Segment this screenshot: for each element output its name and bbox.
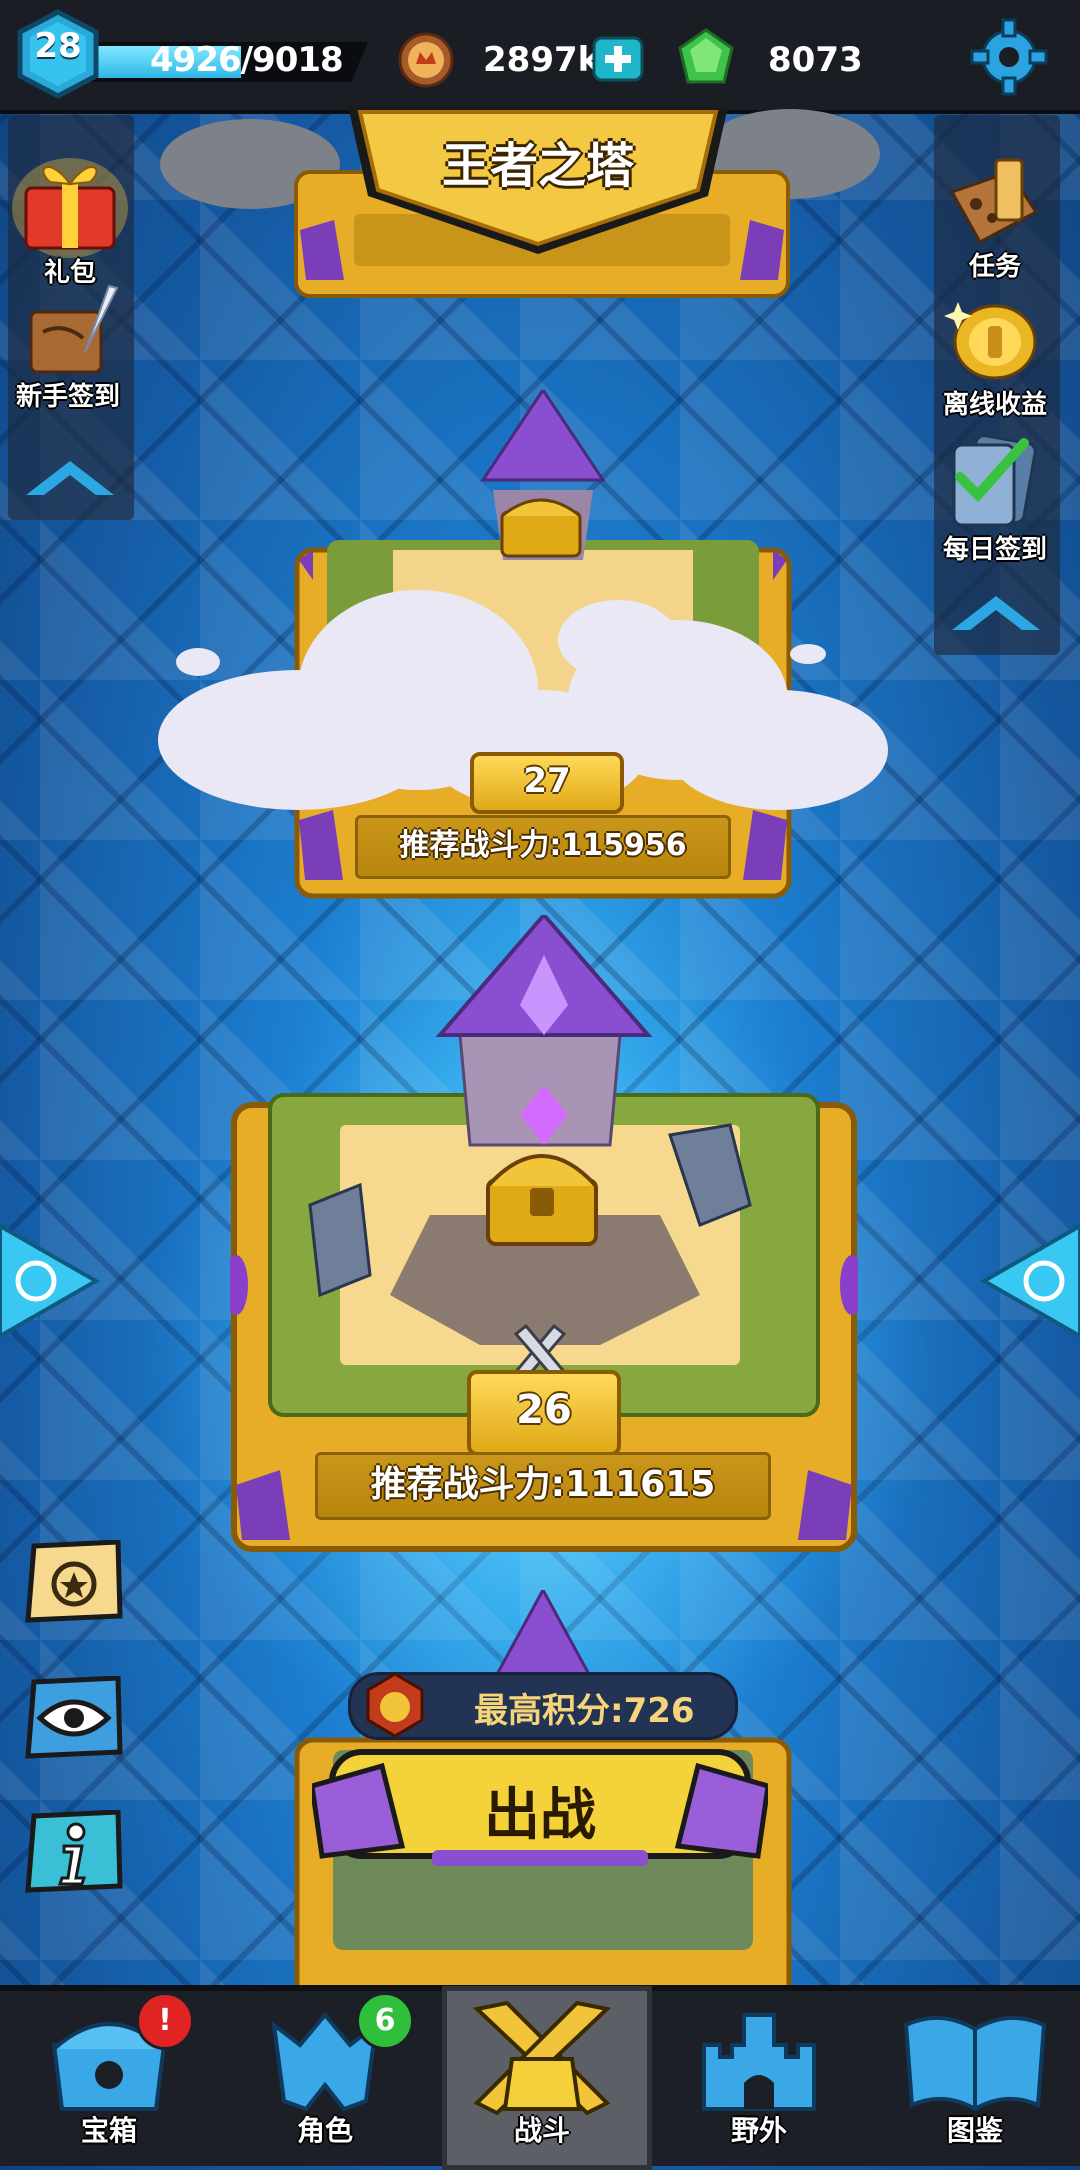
coin-amount: 2897k bbox=[483, 40, 601, 80]
gift-box-icon bbox=[12, 158, 128, 258]
stage-26-number: 26 bbox=[467, 1370, 621, 1456]
scroll-quill-icon bbox=[29, 284, 119, 374]
nav-codex-label: 图鉴 bbox=[946, 2114, 1003, 2147]
nav-wild-label: 野外 bbox=[730, 2114, 787, 2147]
nav-battle[interactable]: 战斗 bbox=[447, 1995, 637, 2155]
character-count-badge: 6 bbox=[356, 1992, 414, 2050]
newbie-checkin-button[interactable]: 新手签到 bbox=[0, 282, 138, 413]
tower-title: 王者之塔 bbox=[441, 138, 634, 194]
newbie-checkin-label: 新手签到 bbox=[15, 382, 120, 412]
battle-button-label[interactable]: 出战 bbox=[312, 1770, 768, 1851]
add-coins-button[interactable] bbox=[592, 36, 644, 82]
collapse-right-chevron-icon[interactable] bbox=[946, 590, 1046, 634]
medal-button[interactable] bbox=[24, 1540, 124, 1624]
daily-checkin-button[interactable]: 每日签到 bbox=[925, 425, 1065, 566]
stage-27-power: 推荐战斗力:115956 bbox=[355, 815, 731, 879]
nav-battle-label: 战斗 bbox=[513, 2114, 570, 2147]
offline-income-button[interactable]: 离线收益 bbox=[925, 290, 1065, 421]
collapse-left-chevron-icon[interactable] bbox=[20, 455, 120, 499]
offline-income-label: 离线收益 bbox=[942, 390, 1047, 420]
next-arrow-icon[interactable] bbox=[980, 1222, 1080, 1340]
book-icon bbox=[903, 2015, 1047, 2112]
checkmark-card-icon bbox=[952, 434, 1037, 527]
crossed-swords-icon bbox=[472, 2000, 612, 2116]
prev-arrow-icon[interactable] bbox=[0, 1222, 100, 1340]
settings-gear-icon[interactable] bbox=[970, 18, 1048, 96]
stage-27-number: 27 bbox=[470, 752, 624, 814]
gem-amount: 8073 bbox=[768, 40, 863, 80]
score-emblem-icon bbox=[366, 1672, 424, 1738]
info-button[interactable] bbox=[24, 1810, 124, 1894]
view-eye-button[interactable] bbox=[24, 1676, 124, 1760]
quest-button[interactable]: 任务 bbox=[925, 142, 1065, 283]
coin-icon bbox=[398, 32, 454, 88]
stage-26-power: 推荐战斗力:111615 bbox=[315, 1452, 771, 1520]
nav-chest-label: 宝箱 bbox=[80, 2114, 137, 2147]
chest-26-icon bbox=[486, 1154, 598, 1246]
gold-coin-icon bbox=[944, 302, 1037, 380]
nav-codex[interactable]: 图鉴 bbox=[880, 1995, 1070, 2155]
chest-alert-badge: ! bbox=[136, 1992, 194, 2050]
xp-text: 4926/9018 bbox=[150, 40, 344, 80]
player-level: 28 bbox=[34, 26, 82, 66]
gem-icon bbox=[678, 28, 734, 84]
chest-27-icon bbox=[500, 498, 582, 558]
daily-checkin-label: 每日签到 bbox=[942, 535, 1047, 565]
gift-pack-button[interactable]: 礼包 bbox=[0, 148, 140, 289]
castle-icon bbox=[702, 2013, 816, 2111]
nav-character-label: 角色 bbox=[296, 2114, 353, 2147]
nav-wild[interactable]: 野外 bbox=[664, 1995, 854, 2155]
quest-map-icon bbox=[949, 158, 1039, 245]
best-score-text: 最高积分:726 bbox=[474, 1691, 695, 1731]
